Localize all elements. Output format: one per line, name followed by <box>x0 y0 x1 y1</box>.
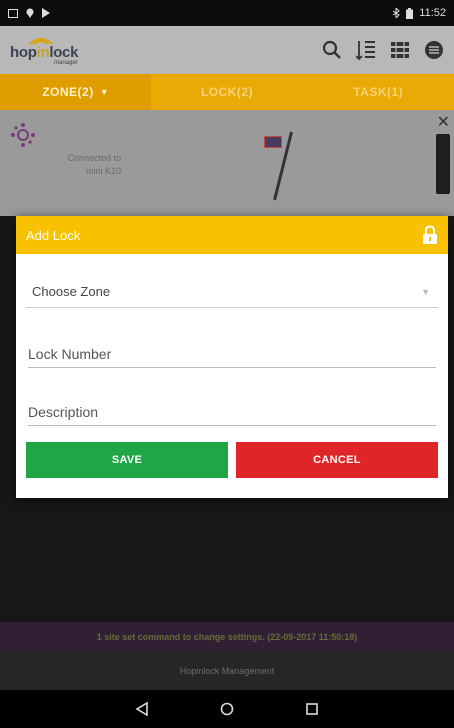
lock-icon <box>423 225 437 244</box>
device-row: Connected to mini K10 ✕ <box>0 110 454 216</box>
tab-lock-label: LOCK(2) <box>200 85 254 99</box>
app-logo: hopinlock manager <box>10 35 78 66</box>
lock-number-placeholder: Lock Number <box>28 346 112 362</box>
status-bar: 11:52 <box>0 0 454 26</box>
lock-device-image <box>436 134 450 194</box>
dialog-title: Add Lock <box>26 227 81 243</box>
device-flag-image <box>264 136 282 148</box>
android-nav-bar <box>0 690 454 728</box>
dialog-header: Add Lock <box>16 216 448 254</box>
close-icon[interactable]: ✕ <box>437 112 450 132</box>
tab-task-label: TASK(1) <box>353 85 404 99</box>
battery-icon <box>406 7 414 19</box>
tab-zone-label: ZONE(2) <box>42 85 94 99</box>
logo-hop: hop <box>10 43 37 61</box>
zone-select-label: Choose Zone <box>32 284 111 299</box>
connection-line-1: Connected to <box>67 153 122 163</box>
bluetooth-icon <box>393 8 401 18</box>
back-icon[interactable] <box>135 702 149 716</box>
bluetooth-device-icon <box>11 123 35 147</box>
tab-bar: ZONE(2) ▼ LOCK(2) TASK(1) <box>0 74 454 110</box>
search-icon[interactable] <box>322 40 342 60</box>
notice-bar: 1 site set command to change settings. (… <box>0 622 454 652</box>
cancel-button[interactable]: CANCEL <box>236 442 438 478</box>
zone-select[interactable]: Choose Zone ▼ <box>26 276 438 308</box>
logo-text: hopinlock <box>10 45 78 60</box>
tab-lock[interactable]: LOCK(2) <box>151 74 302 110</box>
recents-icon[interactable] <box>305 702 319 716</box>
caret-down-icon: ▼ <box>99 87 110 97</box>
logo-in: in <box>36 43 50 61</box>
logo-subtitle: manager <box>54 59 78 66</box>
logo-lock: lock <box>49 43 79 61</box>
screenshot-icon <box>8 8 18 18</box>
menu-circle-icon[interactable] <box>424 40 444 60</box>
app-header: hopinlock manager <box>0 26 454 74</box>
tab-zone[interactable]: ZONE(2) ▼ <box>0 74 152 110</box>
footer-text: Hopinlock Management <box>179 666 275 676</box>
footer-bar: Hopinlock Management <box>0 652 454 690</box>
description-placeholder: Description <box>28 404 99 420</box>
tab-task[interactable]: TASK(1) <box>303 74 454 110</box>
notice-text: 1 site set command to change settings. (… <box>96 632 358 642</box>
connection-line-2: mini K10 <box>86 166 122 177</box>
status-time: 11:52 <box>419 7 446 19</box>
filter-list-icon[interactable] <box>390 41 410 59</box>
description-field[interactable]: Description <box>28 394 436 426</box>
connection-status: Connected to mini K10 <box>46 152 121 178</box>
dropdown-caret-icon: ▼ <box>421 286 430 297</box>
location-icon <box>26 8 34 18</box>
play-store-icon <box>42 8 50 18</box>
lock-number-field[interactable]: Lock Number <box>28 336 436 368</box>
add-lock-dialog: Add Lock Choose Zone ▼ Lock Number Descr… <box>16 216 448 498</box>
save-button[interactable]: SAVE <box>26 442 228 478</box>
sort-list-icon[interactable] <box>356 39 376 61</box>
home-icon[interactable] <box>220 702 234 716</box>
